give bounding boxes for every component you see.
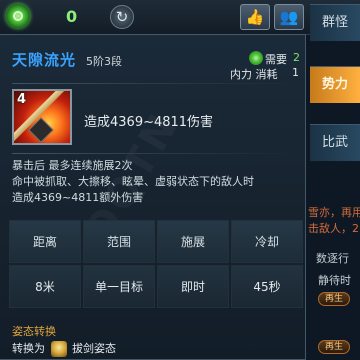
refresh-icon[interactable]: ↻	[110, 5, 134, 29]
stat-header-cast: 施展	[157, 220, 229, 263]
background-text: 雪亦，再用	[308, 206, 360, 219]
description-line: 命中被抓取、大擦移、眩晕、虚弱状态下的敌人时	[12, 175, 254, 188]
damage-text: 造成4369~4811伤害	[84, 115, 214, 130]
skill-stage: 5阶3段	[86, 55, 122, 68]
tab-group-monsters[interactable]: 群怪	[310, 4, 360, 42]
cost-value: 1	[292, 66, 299, 79]
divider	[12, 153, 302, 154]
friends-button[interactable]: 👥	[274, 4, 304, 30]
gem-icon	[249, 51, 263, 65]
top-bar: 0 ↻ 👍 👥	[0, 0, 360, 35]
gem-count: 0	[66, 7, 78, 26]
background-text: 击敌人，2	[308, 222, 359, 235]
sword-skill-icon: 4	[12, 89, 72, 145]
description-line: 暴击后 最多连续施展2次	[12, 159, 133, 172]
stance-title: 姿态转换	[12, 325, 56, 338]
stat-header-cooldown: 冷却	[231, 220, 303, 263]
skill-name: 天隙流光	[12, 51, 77, 69]
cost-label: 内力 消耗	[230, 68, 278, 81]
tab-faction[interactable]: 势力	[310, 66, 360, 104]
description-line: 造成4369~4811额外伤害	[12, 191, 144, 204]
stance-suffix: 拔剑姿态	[72, 342, 116, 355]
stat-value-cooldown: 45秒	[231, 265, 303, 308]
background-text: 数逐行	[316, 252, 349, 265]
stat-header-area: 范围	[83, 220, 155, 263]
stat-value-cast: 即时	[157, 265, 229, 308]
stance-prefix: 转换为	[12, 342, 45, 355]
stat-header-range: 距离	[9, 220, 81, 263]
background-text: 静待时	[318, 274, 351, 287]
need-value: 2	[293, 51, 300, 64]
stance-icon	[50, 341, 67, 357]
stance-line: 转换为 拔剑姿态	[12, 340, 116, 357]
tab-duel[interactable]: 比武	[310, 124, 360, 162]
skill-tooltip: QQTN 天隙流光 5阶3段 需要 2 内力 消耗 1 4 造成4369~481…	[0, 34, 306, 360]
thumb-up-button[interactable]: 👍	[240, 4, 270, 30]
divider	[12, 83, 302, 84]
background-button[interactable]: 再生	[318, 340, 350, 354]
stat-value-area: 单一目标	[83, 265, 155, 308]
background-button[interactable]: 再生	[318, 292, 350, 306]
need-label: 需要	[265, 53, 287, 66]
skill-level: 4	[17, 92, 27, 107]
gem-icon	[6, 4, 30, 28]
stat-value-range: 8米	[9, 265, 81, 308]
stats-table: 距离 范围 施展 冷却 8米 单一目标 即时 45秒	[8, 219, 304, 309]
